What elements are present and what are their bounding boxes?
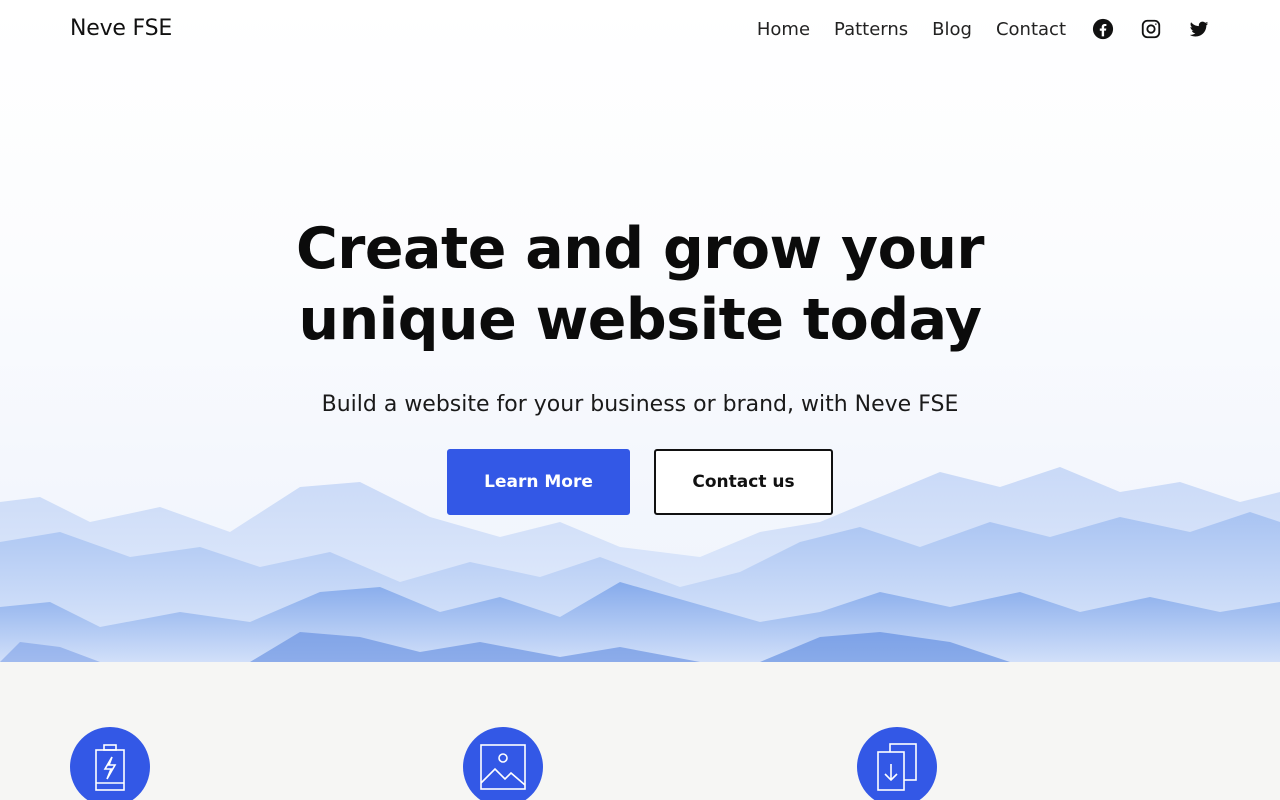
hero-section: Create and grow your unique website toda…: [0, 0, 1280, 662]
document-download-icon: [857, 727, 937, 800]
nav-item-patterns[interactable]: Patterns: [834, 19, 908, 40]
image-icon: [463, 727, 543, 800]
nav-item-contact[interactable]: Contact: [996, 19, 1066, 40]
battery-bolt-icon: [70, 727, 150, 800]
hero-title-line1: Create and grow your: [295, 216, 985, 282]
nav-item-home[interactable]: Home: [757, 19, 810, 40]
facebook-icon[interactable]: [1092, 18, 1114, 40]
main-nav: Home Patterns Blog Contact: [733, 18, 1210, 40]
hero-title-line2: unique website today: [298, 287, 983, 353]
site-logo[interactable]: Neve FSE: [70, 16, 172, 41]
hero-content: Create and grow your unique website toda…: [0, 214, 1280, 515]
learn-more-button[interactable]: Learn More: [447, 449, 630, 515]
features-section: [0, 662, 1280, 800]
instagram-icon[interactable]: [1140, 18, 1162, 40]
site-header: Neve FSE Home Patterns Blog Contact: [0, 0, 1280, 62]
hero-title: Create and grow your unique website toda…: [0, 214, 1280, 356]
hero-buttons: Learn More Contact us: [0, 449, 1280, 515]
nav-item-blog[interactable]: Blog: [932, 19, 972, 40]
twitter-icon[interactable]: [1188, 18, 1210, 40]
hero-subtitle: Build a website for your business or bra…: [321, 392, 959, 417]
contact-us-button[interactable]: Contact us: [654, 449, 833, 515]
